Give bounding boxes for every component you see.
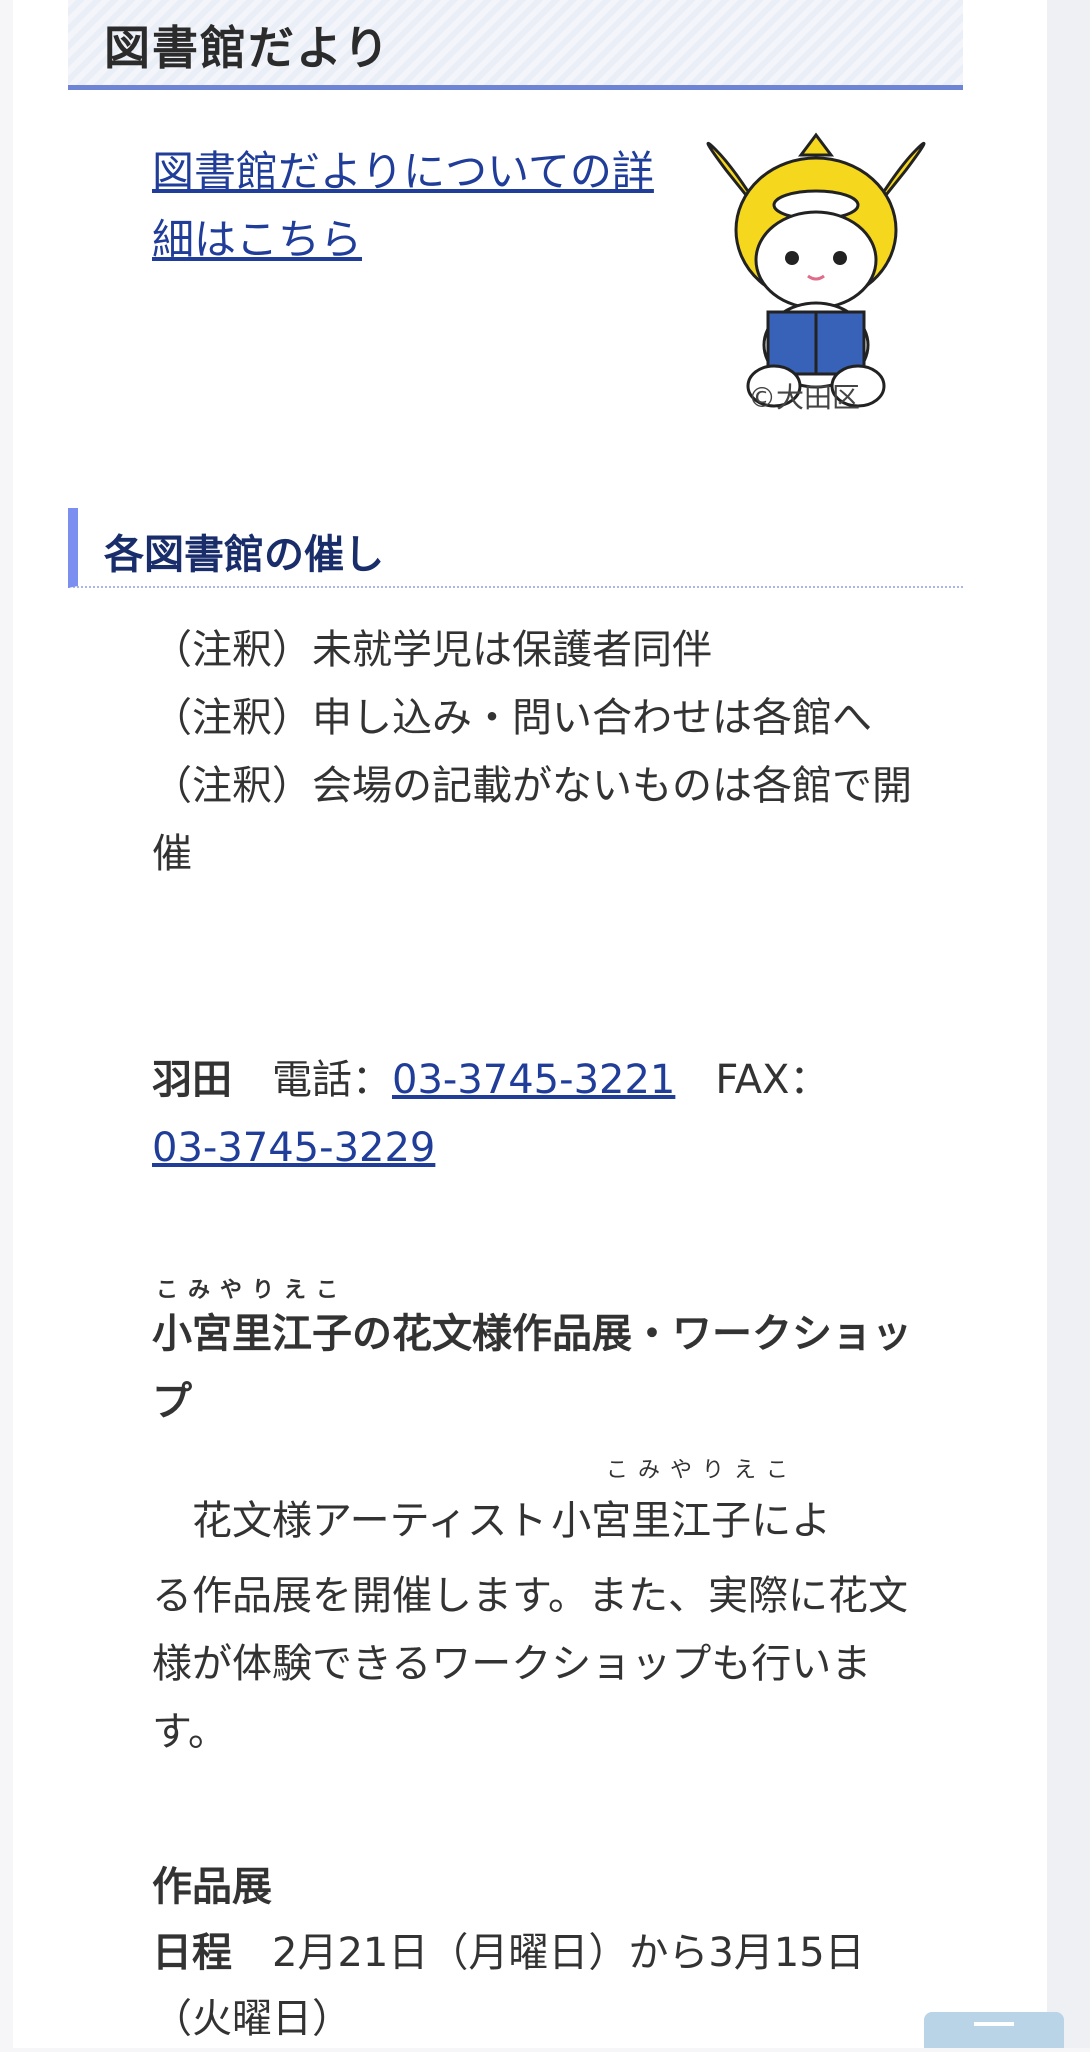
mascot-copyright: ©大田区 [748, 381, 861, 414]
exhibition-label: 作品展 [152, 1864, 272, 1910]
fax-label: FAX： [715, 1057, 830, 1103]
event-description: 花文様アーティスト 小宮里江子によ る作品展を開催します。また、実際に花文様が体… [152, 1480, 922, 1766]
notes-list: （注釈）未就学児は保護者同伴 （注釈）申し込み・問い合わせは各館へ （注釈）会場… [152, 616, 922, 888]
note-item: （注釈）会場の記載がないものは各館で開催 [152, 763, 912, 877]
page-title: 図書館だより [104, 21, 392, 75]
events-heading: 各図書館の催し [104, 532, 384, 578]
page-margin [1047, 0, 1090, 2048]
intro-text: 図書館だよりについての詳細はこちら [152, 138, 672, 274]
back-to-top-button[interactable] [924, 2012, 1064, 2048]
desc-prefix: 花文様アーティスト [192, 1498, 548, 1544]
event-title: 小宮里江子の花文様作品展・ワークショップ [152, 1311, 912, 1425]
section-heading-events: 各図書館の催し [68, 508, 963, 588]
contact-info: 羽田 電話：03-3745-3221 FAX： 03-3745-3229 [152, 1046, 922, 1182]
library-news-details-link[interactable]: 図書館だよりについての詳細はこちら [152, 147, 654, 264]
schedule-label: 日程 [152, 1930, 232, 1976]
mascot-character-reading-icon [706, 132, 926, 408]
artist-name: 小宮里江子 [551, 1498, 752, 1544]
fax-link[interactable]: 03-3745-3229 [152, 1125, 435, 1171]
phone-link[interactable]: 03-3745-3221 [392, 1057, 675, 1103]
exhibition-schedule: 日程 2月21日（月曜日）から3月15日（火曜日） [152, 1920, 942, 2052]
note-item: （注釈）申し込み・問い合わせは各館へ [152, 695, 872, 741]
note-item: （注釈）未就学児は保護者同伴 [152, 627, 712, 673]
phone-label: 電話： [272, 1057, 392, 1103]
branch-name: 羽田 [152, 1057, 232, 1103]
desc-suffix: によ [751, 1498, 832, 1544]
desc-rest: る作品展を開催します。また、実際に花文様が体験できるワークショップも行います。 [152, 1573, 908, 1755]
chevron-up-icon [974, 2022, 1014, 2026]
section-heading-library-news: 図書館だより [68, 0, 963, 90]
